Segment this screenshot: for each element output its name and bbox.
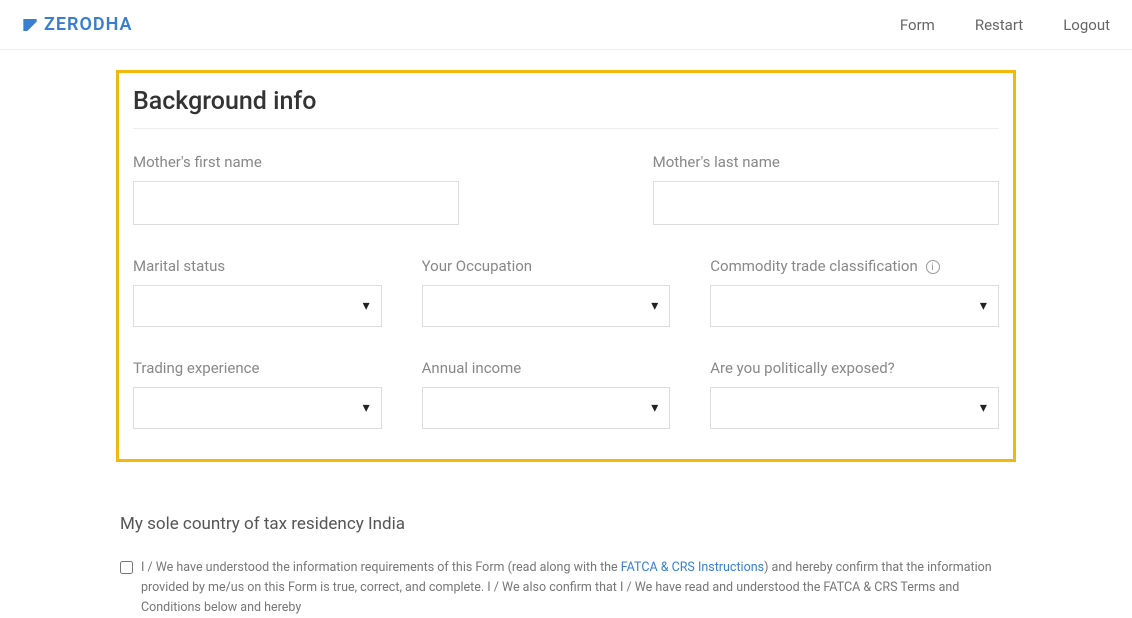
- pep-select[interactable]: [710, 387, 999, 429]
- group-occupation: Your Occupation: [422, 257, 711, 327]
- group-trading-experience: Trading experience: [133, 359, 422, 429]
- annual-income-label: Annual income: [422, 359, 671, 377]
- pep-label: Are you politically exposed?: [710, 359, 999, 377]
- group-commodity: Commodity trade classification i: [710, 257, 999, 327]
- fatca-link[interactable]: FATCA & CRS Instructions: [621, 560, 764, 575]
- brand-name: ZERODHA: [44, 14, 133, 35]
- header: ZERODHA Form Restart Logout: [0, 0, 1132, 50]
- group-mothers-first-name: Mother's first name: [133, 153, 479, 225]
- occupation-label: Your Occupation: [422, 257, 671, 275]
- zerodha-icon: [22, 17, 38, 33]
- pep-select-wrap: [710, 387, 999, 429]
- consent-prefix: I / We have understood the information r…: [141, 560, 621, 575]
- nav-restart[interactable]: Restart: [975, 16, 1023, 34]
- consent-row: I / We have understood the information r…: [120, 558, 1012, 618]
- group-pep: Are you politically exposed?: [710, 359, 999, 429]
- trading-experience-label: Trading experience: [133, 359, 382, 377]
- group-marital-status: Marital status: [133, 257, 422, 327]
- occupation-select[interactable]: [422, 285, 671, 327]
- annual-income-select-wrap: [422, 387, 671, 429]
- marital-status-label: Marital status: [133, 257, 382, 275]
- row-mothers-name: Mother's first name Mother's last name: [133, 153, 999, 225]
- background-info-section: Background info Mother's first name Moth…: [116, 70, 1016, 462]
- tax-residency-title: My sole country of tax residency India: [120, 514, 1012, 534]
- commodity-select-wrap: [710, 285, 999, 327]
- annual-income-select[interactable]: [422, 387, 671, 429]
- nav-form[interactable]: Form: [900, 16, 935, 34]
- tax-residency-section: My sole country of tax residency India I…: [116, 514, 1016, 618]
- trading-experience-select-wrap: [133, 387, 382, 429]
- nav-logout[interactable]: Logout: [1063, 16, 1110, 34]
- trading-experience-select[interactable]: [133, 387, 382, 429]
- info-icon[interactable]: i: [926, 260, 940, 274]
- row-status-occupation-commodity: Marital status Your Occupation Commodity…: [133, 257, 999, 327]
- group-mothers-last-name: Mother's last name: [653, 153, 999, 225]
- occupation-select-wrap: [422, 285, 671, 327]
- commodity-label-text: Commodity trade classification: [710, 257, 918, 275]
- consent-checkbox[interactable]: [120, 561, 133, 574]
- commodity-select[interactable]: [710, 285, 999, 327]
- row-experience-income-pep: Trading experience Annual income Are you…: [133, 359, 999, 429]
- mothers-first-name-input[interactable]: [133, 181, 459, 225]
- brand-logo: ZERODHA: [22, 14, 133, 35]
- consent-text: I / We have understood the information r…: [141, 558, 1012, 618]
- commodity-label: Commodity trade classification i: [710, 257, 999, 275]
- section-title: Background info: [133, 87, 999, 129]
- content: Background info Mother's first name Moth…: [106, 70, 1026, 618]
- marital-status-select-wrap: [133, 285, 382, 327]
- group-annual-income: Annual income: [422, 359, 711, 429]
- nav: Form Restart Logout: [900, 16, 1110, 34]
- marital-status-select[interactable]: [133, 285, 382, 327]
- mothers-last-name-label: Mother's last name: [653, 153, 999, 171]
- mothers-first-name-label: Mother's first name: [133, 153, 459, 171]
- mothers-last-name-input[interactable]: [653, 181, 999, 225]
